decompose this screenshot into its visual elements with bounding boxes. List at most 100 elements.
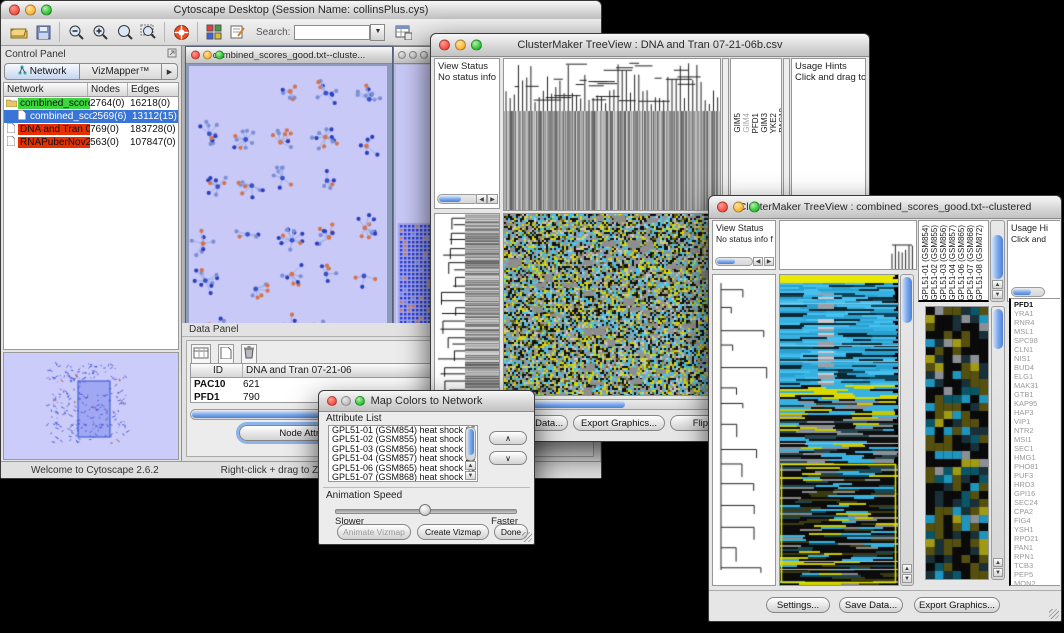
close-button[interactable] (717, 202, 728, 213)
column-label[interactable]: PAC10 (778, 108, 782, 133)
gene-label[interactable]: RNR4 (1014, 318, 1060, 327)
main-titlebar[interactable]: Cytoscape Desktop (Session Name: collins… (1, 1, 601, 20)
search-dropdown-arrow[interactable]: ▼ (370, 24, 385, 41)
scroll-down-icon[interactable]: ▼ (993, 568, 1003, 577)
gene-label[interactable]: SPC98 (1014, 336, 1060, 345)
gene-label[interactable]: ELG1 (1014, 372, 1060, 381)
zoom-button[interactable] (355, 396, 365, 406)
column-dendrogram-panel[interactable] (779, 220, 917, 270)
animate-vizmap-button[interactable]: Animate Vizmap (337, 524, 411, 540)
heatmap-h-scrollbar[interactable] (503, 399, 721, 410)
mini-scroll-strip[interactable] (722, 58, 729, 211)
vizmapper-icon[interactable] (202, 21, 226, 43)
scroll-right-icon[interactable]: ▶ (487, 194, 498, 204)
scroll-down-icon[interactable]: ▼ (992, 290, 1003, 299)
tab-vizmapper[interactable]: VizMapper™ (80, 63, 162, 80)
scroll-up-icon[interactable]: ▲ (993, 558, 1003, 567)
scroll-right-icon[interactable]: ▶ (764, 257, 774, 266)
heatmap-canvas[interactable] (504, 214, 720, 395)
gene-label[interactable]: PEP5 (1014, 570, 1060, 579)
network-view-titlebar[interactable]: combined_scores_good.txt--cluste... (186, 47, 392, 64)
save-data-button[interactable]: Save Data... (839, 597, 903, 613)
create-vizmap-button[interactable]: Create Vizmap (417, 524, 489, 540)
gene-label[interactable]: SEC1 (1014, 444, 1060, 453)
heatmap-canvas[interactable] (780, 275, 898, 585)
export-graphics-button[interactable]: Export Graphics... (573, 415, 665, 431)
column-label[interactable]: GPL51-01 (GSM854) (921, 225, 930, 301)
close-button[interactable] (191, 51, 200, 60)
close-button[interactable] (398, 51, 406, 59)
gene-label[interactable]: NTR2 (1014, 426, 1060, 435)
network-row-combined-scores[interactable]: combined_scores 2764(0) 16218(0) (4, 97, 178, 110)
help-lifering-icon[interactable] (169, 21, 193, 43)
gene-label[interactable]: MSI1 (1014, 435, 1060, 444)
gene-label[interactable]: YSH1 (1014, 525, 1060, 534)
column-label[interactable]: PFD1 (751, 113, 760, 133)
mini-scroll-strip[interactable] (783, 58, 790, 211)
gene-label[interactable]: PFD1 (1014, 300, 1060, 309)
scroll-left-icon[interactable]: ◀ (753, 257, 763, 266)
gene-label[interactable]: CPA2 (1014, 507, 1060, 516)
gene-label[interactable]: RPO21 (1014, 534, 1060, 543)
heatmap-v-scrollbar[interactable]: ▲ ▼ (900, 274, 914, 586)
column-dendrogram-panel[interactable] (503, 58, 721, 211)
h-scrollbar[interactable] (1011, 287, 1045, 297)
gene-label[interactable]: FIG4 (1014, 516, 1060, 525)
attribute-option[interactable]: GPL51-07 (GSM868) heat shock 60 min (329, 473, 477, 482)
move-up-button[interactable]: ∧ (489, 431, 527, 445)
column-label[interactable]: GPL51-08 (GSM872) (975, 225, 984, 301)
zoom-heatmap-canvas[interactable] (926, 307, 988, 579)
column-label[interactable]: GIM5 (733, 113, 742, 133)
column-label[interactable]: GPL51-04 (GSM857) (948, 225, 957, 301)
gene-label[interactable]: MAK31 (1014, 381, 1060, 390)
column-dendrogram-canvas[interactable] (780, 221, 916, 269)
close-button[interactable] (9, 5, 20, 16)
network-row-rnapuber[interactable]: RNAPuberNov2+ 563(0) 107847(0) (4, 136, 178, 149)
column-label[interactable]: YKE2 (769, 113, 778, 133)
minimize-button[interactable] (25, 5, 36, 16)
gene-label[interactable]: HRD3 (1014, 480, 1060, 489)
search-input[interactable] (294, 25, 370, 40)
zoom-heatmap-panel[interactable] (925, 306, 989, 580)
row-dendrogram-canvas[interactable] (435, 214, 499, 393)
attribute-listbox[interactable]: GPL51-01 (GSM854) heat shock 05 minGPL51… (328, 425, 478, 482)
heatmap-panel[interactable] (503, 213, 721, 396)
labels-v-scrollbar[interactable]: ▲ ▼ (990, 220, 1005, 302)
gene-label[interactable]: BUD4 (1014, 363, 1060, 372)
tab-overflow-button[interactable]: ▶ (162, 63, 178, 80)
minimize-button[interactable] (455, 40, 466, 51)
zoom-button[interactable] (749, 202, 760, 213)
overview-canvas[interactable] (4, 353, 178, 459)
gene-label[interactable]: GPI16 (1014, 489, 1060, 498)
gene-label[interactable]: PUF3 (1014, 471, 1060, 480)
scroll-down-icon[interactable]: ▼ (902, 574, 912, 583)
gene-label[interactable]: YRA1 (1014, 309, 1060, 318)
gene-label[interactable]: HMG1 (1014, 453, 1060, 462)
animation-speed-slider[interactable] (335, 503, 515, 517)
scroll-down-icon[interactable]: ▼ (465, 471, 476, 480)
zoom-in-icon[interactable] (88, 21, 112, 43)
column-label[interactable]: GIM3 (760, 113, 769, 133)
zoom-v-scrollbar[interactable]: ▲ ▼ (991, 306, 1005, 580)
zoom-out-icon[interactable] (64, 21, 88, 43)
gene-label[interactable]: MSL1 (1014, 327, 1060, 336)
scroll-up-icon[interactable]: ▲ (992, 280, 1003, 289)
list-v-scrollbar[interactable] (465, 427, 476, 461)
network-overview-panel[interactable] (3, 352, 179, 460)
row-dendrogram-panel[interactable] (434, 213, 500, 394)
column-label[interactable]: GIM4 (742, 113, 751, 133)
gene-label[interactable]: PHO81 (1014, 462, 1060, 471)
slider-thumb[interactable] (419, 504, 431, 516)
move-down-button[interactable]: ∨ (489, 451, 527, 465)
column-label[interactable]: GPL51-03 (GSM856) (939, 225, 948, 301)
minimize-button[interactable] (733, 202, 744, 213)
zoom-selected-icon[interactable] (112, 21, 136, 43)
scroll-up-icon[interactable]: ▲ (902, 564, 912, 573)
zoom-button[interactable] (215, 51, 224, 60)
export-graphics-button[interactable]: Export Graphics... (914, 597, 1000, 613)
zoom-button[interactable] (420, 51, 428, 59)
h-scrollbar[interactable] (437, 194, 479, 204)
scroll-up-icon[interactable]: ▲ (465, 461, 476, 470)
row-dendrogram-canvas[interactable] (713, 275, 775, 585)
gene-label[interactable]: KAP95 (1014, 399, 1060, 408)
